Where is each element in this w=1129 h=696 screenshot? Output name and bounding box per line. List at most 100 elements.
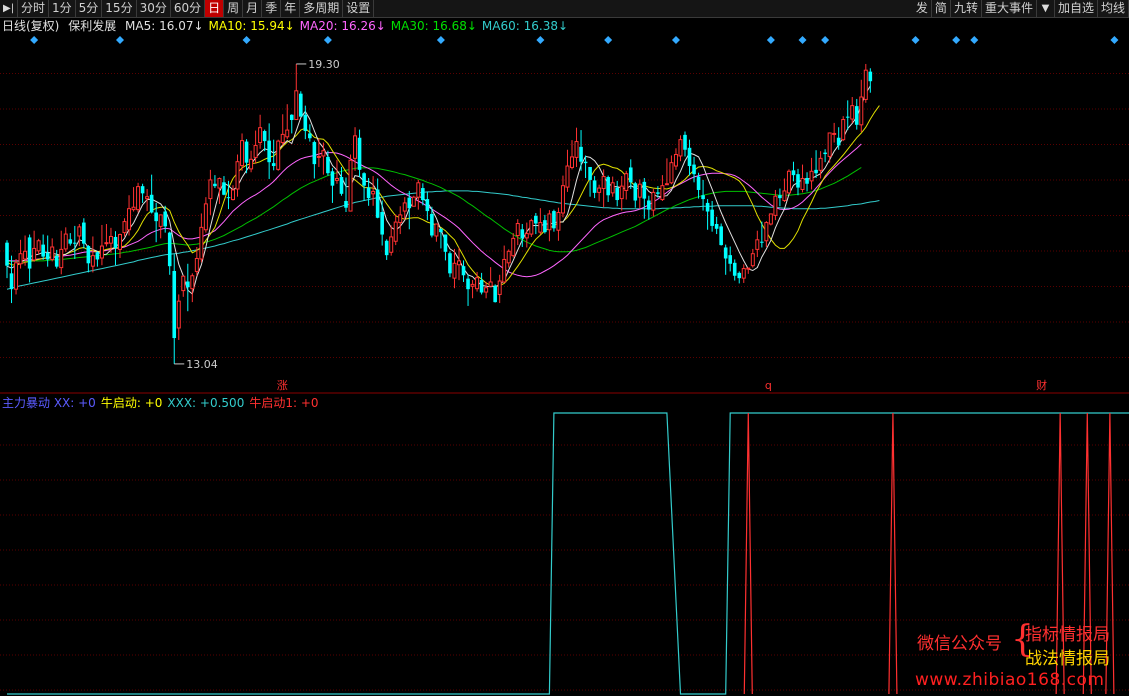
candle-body xyxy=(122,221,127,234)
candle-body xyxy=(805,178,809,184)
candle-body xyxy=(764,222,769,242)
candle-body xyxy=(267,140,271,163)
candle-body xyxy=(262,131,267,142)
signal-diamond-icon xyxy=(671,36,680,44)
candle-body xyxy=(226,197,231,199)
candle-body xyxy=(32,247,37,261)
candle-body xyxy=(475,277,480,290)
candle-body xyxy=(823,152,827,155)
candle-body xyxy=(439,228,443,233)
candle-body xyxy=(664,183,669,186)
candle-body xyxy=(610,182,615,194)
candle-body xyxy=(54,255,59,267)
candle-body xyxy=(393,221,398,242)
candle-body xyxy=(289,114,294,121)
candle-body xyxy=(687,147,692,167)
candle-body xyxy=(90,255,95,267)
candle-body xyxy=(240,140,245,167)
signal-diamond-icon xyxy=(323,36,332,44)
signal-diamond-icon xyxy=(242,36,251,44)
candle-body xyxy=(285,129,290,138)
candle-body xyxy=(5,242,9,266)
candle-body xyxy=(538,222,543,233)
candle-body xyxy=(683,134,687,150)
candle-body xyxy=(339,177,344,194)
candle-body xyxy=(710,209,714,226)
candle-body xyxy=(348,159,353,212)
candle-body xyxy=(560,185,565,214)
signal-diamond-icon xyxy=(970,36,979,44)
candle-body xyxy=(371,190,376,195)
signal-diamond-icon xyxy=(604,36,613,44)
candle-body xyxy=(253,144,258,158)
signal-diamond-icon xyxy=(952,36,961,44)
candle-body xyxy=(642,181,647,199)
candle-body xyxy=(719,226,723,246)
candle-body xyxy=(479,280,484,293)
candle-body xyxy=(741,268,746,279)
candle-body xyxy=(692,164,696,175)
candle-body xyxy=(63,233,68,250)
candle-body xyxy=(416,182,421,198)
candle-body xyxy=(95,252,100,260)
candle-body xyxy=(158,214,163,227)
candle-body xyxy=(633,183,638,201)
candle-body xyxy=(750,253,755,267)
candle-body xyxy=(786,170,791,194)
candle-body xyxy=(529,220,534,235)
candle-body xyxy=(294,90,299,121)
candle-body xyxy=(845,116,850,118)
candle-body xyxy=(344,201,348,208)
candle-body xyxy=(68,239,73,244)
candle-body xyxy=(36,240,41,252)
candle-body xyxy=(18,253,23,265)
candle-body xyxy=(524,233,529,239)
candle-body xyxy=(728,255,732,264)
candle-body xyxy=(601,176,606,190)
candle-body xyxy=(27,237,32,269)
candle-body xyxy=(375,189,380,218)
candle-body xyxy=(194,258,199,272)
candle-body xyxy=(543,220,547,233)
candle-body xyxy=(384,240,389,256)
candle-body xyxy=(411,196,416,207)
candle-body xyxy=(217,177,222,189)
candle-body xyxy=(208,179,213,200)
candle-body xyxy=(163,211,167,227)
candle-body xyxy=(506,250,511,264)
candle-body xyxy=(547,213,552,231)
candle-body xyxy=(357,137,362,170)
candle-body xyxy=(466,278,470,290)
candle-body xyxy=(484,287,489,293)
candle-body xyxy=(579,146,583,162)
candle-body xyxy=(732,262,737,276)
candle-body xyxy=(271,163,276,167)
candle-body xyxy=(244,141,249,163)
candle-body xyxy=(624,173,629,191)
candle-body xyxy=(145,196,150,200)
indicator-value: +0 xyxy=(300,396,319,410)
ma20-line xyxy=(6,143,862,278)
candle-body xyxy=(104,242,109,245)
niu-qidong-spike xyxy=(743,412,753,695)
candle-body xyxy=(249,158,254,170)
candle-body xyxy=(705,202,710,212)
signal-diamond-icon xyxy=(798,36,807,44)
candle-body xyxy=(421,188,425,201)
candle-body xyxy=(430,213,434,236)
candle-body xyxy=(868,71,873,82)
candle-body xyxy=(782,190,787,202)
candle-body xyxy=(714,224,719,229)
candle-body xyxy=(746,267,751,270)
candle-body xyxy=(443,234,448,252)
candle-body xyxy=(308,133,312,139)
candle-body xyxy=(723,247,728,259)
candle-body xyxy=(637,183,642,198)
candle-body xyxy=(696,176,701,190)
signal-diamond-icon xyxy=(116,36,124,44)
candle-body xyxy=(73,242,77,244)
candle-body xyxy=(321,150,326,157)
candle-body xyxy=(814,169,818,174)
candle-body xyxy=(118,234,122,250)
candle-body xyxy=(497,280,502,295)
